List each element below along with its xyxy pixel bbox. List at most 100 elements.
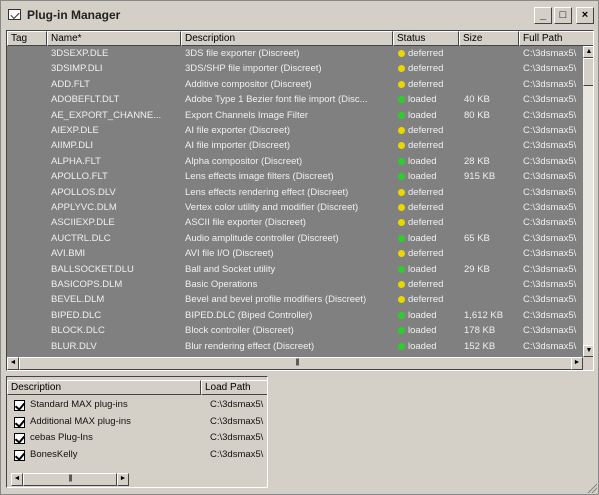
paths-scroll-left-icon[interactable]: ◄ <box>11 473 23 486</box>
plugin-size <box>464 200 518 215</box>
plugin-status: loaded <box>408 263 437 275</box>
plugin-description: Alpha compositor (Discreet) <box>185 155 303 167</box>
enabled-checkbox[interactable] <box>14 449 25 461</box>
maximize-button[interactable]: □ <box>554 7 572 24</box>
plugin-size <box>464 185 518 200</box>
table-row[interactable]: ALPHA.FLT Alpha compositor (Discreet) load… <box>7 154 583 169</box>
list-item[interactable]: cebas Plug-Ins C:\3dsmax5\ <box>11 430 267 446</box>
paths-scroll-right-icon[interactable]: ► <box>117 473 129 486</box>
plugin-full-path: C:\3dsmax5\ <box>523 294 577 306</box>
plugin-size <box>464 138 518 153</box>
plugin-manager-window: Plug-in Manager _ □ × Tag Name* Descript… <box>0 0 599 495</box>
plugin-description: Bevel and bevel profile modifiers (Discr… <box>185 294 367 306</box>
vertical-scrollbar[interactable]: ▲ ▼ <box>583 46 593 357</box>
table-row[interactable]: BEVEL.DLM Bevel and bevel profile modifie… <box>7 292 583 307</box>
table-row[interactable]: 3DSIMP.DLI 3DS/SHP file importer (Discree… <box>7 61 583 76</box>
table-row[interactable]: BLOCK.DLC Block controller (Discreet) load… <box>7 323 583 338</box>
table-row[interactable]: APOLLOS.DLV Lens effects rendering effect… <box>7 185 583 200</box>
status-dot-icon <box>398 296 405 304</box>
table-row[interactable]: ADOBEFLT.DLT Adobe Type 1 Bezier font fil… <box>7 92 583 107</box>
table-row[interactable]: AVI.BMI AVI file I/O (Discreet) deferred C:… <box>7 246 583 261</box>
plugin-status: deferred <box>408 78 444 90</box>
plugin-description: Basic Operations <box>185 279 258 290</box>
table-row[interactable]: BALLSOCKET.DLU Ball and Socket utility loa… <box>7 262 583 277</box>
minimize-button[interactable]: _ <box>534 7 552 24</box>
column-header-size[interactable]: Size <box>459 31 519 46</box>
table-row[interactable]: AIEXP.DLE AI file exporter (Discreet) defe… <box>7 123 583 138</box>
title-bar[interactable]: Plug-in Manager _ □ × <box>3 3 596 27</box>
column-header-name[interactable]: Name* <box>47 31 181 46</box>
table-row[interactable]: ADD.FLT Additive compositor (Discreet) def… <box>7 77 583 92</box>
status-dot-icon <box>398 265 405 273</box>
status-dot-icon <box>398 219 405 227</box>
column-header-tag[interactable]: Tag <box>7 31 47 46</box>
plugin-status: deferred <box>408 279 444 290</box>
plugin-description: Blur rendering effect (Discreet) <box>185 340 315 352</box>
scroll-down-icon[interactable]: ▼ <box>583 345 593 357</box>
column-header-load-path[interactable]: Load Path <box>201 380 267 395</box>
resize-grip-icon[interactable] <box>585 481 597 493</box>
table-row[interactable]: APPLYVC.DLM Vertex color utility and modi… <box>7 200 583 215</box>
close-button[interactable]: × <box>576 7 594 24</box>
status-dot-icon <box>398 311 405 319</box>
table-row[interactable]: ASCIIEXP.DLE ASCII file exporter (Discree… <box>7 215 583 230</box>
table-row[interactable]: AIIMP.DLI AI file importer (Discreet) defe… <box>7 138 583 153</box>
status-dot-icon <box>398 96 405 104</box>
load-path: C:\3dsmax5\ <box>210 432 264 443</box>
column-header-status[interactable]: Status <box>393 31 459 46</box>
table-row[interactable]: BIPED.DLC BIPED.DLC (Biped Controller) loa… <box>7 308 583 323</box>
plugin-status: deferred <box>408 217 444 229</box>
status-dot-icon <box>398 250 405 258</box>
column-header-path-description[interactable]: Description <box>7 380 201 395</box>
load-path: C:\3dsmax5\ <box>210 448 264 460</box>
paths-horizontal-scrollbar[interactable]: ◄ ||| ► <box>11 473 129 486</box>
plugin-size <box>464 123 518 138</box>
column-header-description[interactable]: Description <box>181 31 393 46</box>
plugin-size: 65 KB <box>464 232 490 244</box>
plugin-size: 40 KB <box>464 94 490 106</box>
enabled-checkbox[interactable] <box>14 433 25 444</box>
plugin-status: deferred <box>408 202 444 213</box>
plugin-size <box>464 277 518 292</box>
plugin-description: Export Channels Image Filter <box>185 109 309 121</box>
table-row[interactable]: BLUR.DLV Blur rendering effect (Discreet)… <box>7 339 583 354</box>
table-row[interactable]: BASICOPS.DLM Basic Operations deferred C:\3… <box>7 277 583 292</box>
plugin-name: AE_EXPORT_CHANNE... <box>51 109 162 121</box>
column-header-full-path[interactable]: Full Path <box>519 31 593 46</box>
plugin-size <box>464 46 518 61</box>
table-row[interactable]: 3DSEXP.DLE 3DS file exporter (Discreet) de… <box>7 46 583 61</box>
plugin-full-path: C:\3dsmax5\ <box>523 202 577 213</box>
status-dot-icon <box>398 342 405 350</box>
plugin-full-path: C:\3dsmax5\ <box>523 309 577 321</box>
scroll-up-icon[interactable]: ▲ <box>583 46 593 58</box>
status-dot-icon <box>398 142 405 150</box>
scroll-left-icon[interactable]: ◄ <box>7 357 19 370</box>
vertical-scroll-thumb[interactable] <box>583 58 593 86</box>
horizontal-scroll-thumb[interactable]: ||| <box>19 357 575 370</box>
enabled-checkbox[interactable] <box>14 400 25 411</box>
horizontal-scrollbar[interactable]: ◄ ||| ► <box>7 357 583 370</box>
plugin-description: Lens effects image filters (Discreet) <box>185 171 334 183</box>
plugin-size <box>464 215 518 230</box>
plugin-description: 3DS file exporter (Discreet) <box>185 48 300 59</box>
scrollbar-corner <box>583 357 593 370</box>
enabled-checkbox[interactable] <box>14 416 25 428</box>
load-path: C:\3dsmax5\ <box>210 415 264 427</box>
table-row[interactable]: APOLLO.FLT Lens effects image filters (Di… <box>7 169 583 184</box>
plugin-status: loaded <box>408 94 437 106</box>
status-dot-icon <box>398 111 405 119</box>
scroll-right-icon[interactable]: ► <box>571 357 583 370</box>
list-item[interactable]: Standard MAX plug-ins C:\3dsmax5\ <box>11 397 267 413</box>
table-row[interactable]: AE_EXPORT_CHANNE... Export Channels Image… <box>7 108 583 123</box>
plugin-size: 80 KB <box>464 109 490 121</box>
list-item[interactable]: BonesKelly C:\3dsmax5\ <box>11 447 267 463</box>
plugin-list[interactable]: Tag Name* Description Status Size Full P… <box>6 30 594 371</box>
plugin-full-path: C:\3dsmax5\ <box>523 217 577 229</box>
plugin-paths-list[interactable]: Description Load Path Standard MAX plug-… <box>6 376 268 488</box>
table-row[interactable]: AUCTRL.DLC Audio amplitude controller (Di… <box>7 231 583 246</box>
plugin-description: Ball and Socket utility <box>185 263 276 275</box>
list-item[interactable]: Additional MAX plug-ins C:\3dsmax5\ <box>11 414 267 430</box>
paths-scroll-thumb[interactable]: ||| <box>23 473 117 486</box>
plugin-name: BIPED.DLC <box>51 309 102 321</box>
plugin-size: 178 KB <box>464 325 496 337</box>
